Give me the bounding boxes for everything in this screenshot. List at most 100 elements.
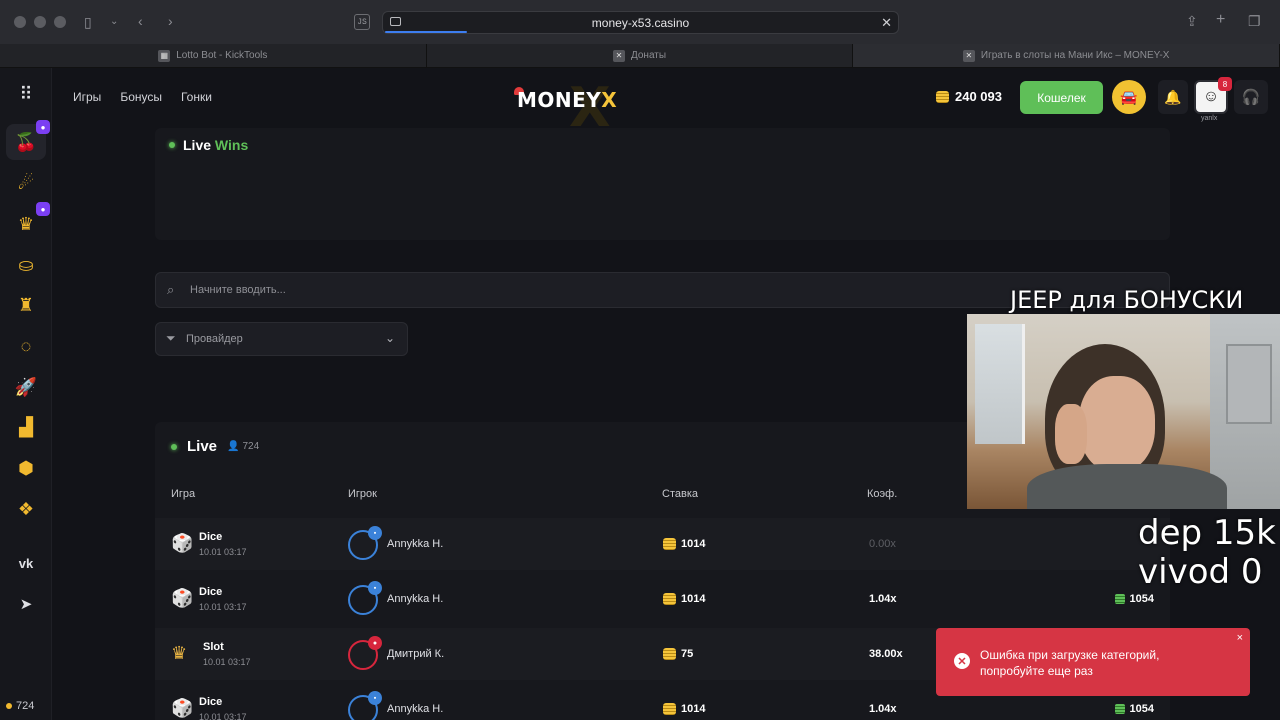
- dice-icon: 🎲: [171, 588, 194, 608]
- live-wins-title-live: Live: [183, 137, 212, 153]
- car-icon[interactable]: 🚘: [1112, 80, 1146, 114]
- sidebar: ⠿ 🍒 ● ☄ ♛ ● ⛀ ♜ ◌ 🚀 ▟ ⬢ ❖ vk ➤ 724: [0, 68, 52, 720]
- sidebar-item-cases[interactable]: ⬢: [6, 450, 46, 486]
- cam-face: [1079, 376, 1155, 472]
- game-date: 10.01 03:17: [199, 602, 247, 612]
- menu-grid-icon[interactable]: ⠿: [6, 76, 46, 112]
- js-icon[interactable]: JS: [354, 14, 370, 30]
- rocket-icon: 🚀: [14, 376, 38, 397]
- sidebar-item-crash[interactable]: 🚀: [6, 369, 46, 405]
- x-favicon-icon: ✕: [962, 49, 975, 62]
- close-toast-icon[interactable]: ×: [1237, 632, 1243, 644]
- cam-shirt: [1027, 464, 1227, 509]
- table-row[interactable]: 🎲 Dice 10.01 03:17 ▪ Annykka H. 1014 0.0…: [155, 518, 1170, 570]
- game-name: Dice: [199, 531, 223, 543]
- sidebar-item-fireball[interactable]: ☄: [6, 165, 46, 201]
- chevron-down-icon[interactable]: ⌄: [110, 15, 118, 29]
- live-wins-title: Live Wins: [169, 137, 248, 153]
- forward-icon[interactable]: ›: [168, 14, 173, 28]
- bet-value: 1014: [681, 593, 706, 605]
- balance[interactable]: 240 093: [936, 89, 1002, 104]
- bet-amount: 1014: [663, 593, 705, 605]
- cam-hand: [1055, 404, 1087, 464]
- search-input[interactable]: [190, 273, 1150, 307]
- maximize-window-button[interactable]: [54, 16, 66, 28]
- game-date: 10.01 03:17: [199, 712, 247, 720]
- headset-icon[interactable]: 🎧: [1234, 80, 1268, 114]
- coef-value: 1.04x: [869, 593, 897, 605]
- tab-overview-icon[interactable]: ❐: [1248, 14, 1261, 28]
- sidebar-item-tower[interactable]: ♜: [6, 287, 46, 323]
- telegram-icon: ➤: [19, 596, 33, 613]
- level-badge-icon: ●: [368, 636, 382, 650]
- loading-progress: [385, 31, 467, 33]
- tab-kicktools[interactable]: ▦ Lotto Bot - KickTools: [0, 44, 427, 67]
- nav-games[interactable]: Игры: [73, 90, 101, 104]
- error-icon: ✕: [954, 653, 970, 669]
- col-game: Игра: [171, 488, 196, 500]
- live-dot-icon: [171, 443, 177, 450]
- share-icon[interactable]: ⇪: [1186, 14, 1198, 28]
- sidebar-toggle-icon[interactable]: ▯: [84, 15, 92, 29]
- logo-word: MONEY: [517, 88, 602, 112]
- chart-up-icon: ▟: [19, 416, 33, 437]
- game-name: Dice: [199, 696, 223, 708]
- bet-value: 1014: [681, 703, 706, 715]
- sidebar-item-vk[interactable]: vk: [6, 545, 46, 581]
- live-viewers: 👤 724: [227, 441, 259, 452]
- sidebar-item-trading[interactable]: ▟: [6, 409, 46, 445]
- vk-icon: vk: [18, 555, 34, 571]
- tab-donations[interactable]: ✕ Донаты: [427, 44, 854, 67]
- game-name: Slot: [203, 641, 224, 653]
- sidebar-item-mines[interactable]: ❖: [6, 491, 46, 527]
- cam-window: [975, 324, 1025, 444]
- new-tab-icon[interactable]: +: [1216, 12, 1225, 28]
- live-bets-header: Live 👤 724: [171, 438, 259, 455]
- error-message: Ошибка при загрузке категорий, попробуйт…: [980, 648, 1160, 678]
- cherry-icon: 🍒: [14, 131, 38, 152]
- stream-overlay-vivod: vivod 0: [1138, 552, 1263, 592]
- address-bar[interactable]: money-x53.casino ✕: [382, 11, 899, 34]
- wallet-button[interactable]: Кошелек: [1020, 81, 1103, 114]
- tower-icon: ♜: [17, 294, 35, 315]
- sidebar-item-crown[interactable]: ♛ ●: [6, 202, 50, 242]
- coef-value: 0.00x: [869, 538, 896, 550]
- table-row[interactable]: 🎲 Dice 10.01 03:17 ▪ Annykka H. 1014 1.0…: [155, 573, 1170, 625]
- minimize-window-button[interactable]: [34, 16, 46, 28]
- green-coin-icon: [1114, 594, 1125, 604]
- game-date: 10.01 03:17: [199, 547, 247, 557]
- nav-bonuses[interactable]: Бонусы: [120, 90, 162, 104]
- logo-text: MONEYX: [517, 88, 617, 112]
- logo-x: X: [601, 88, 618, 112]
- window-controls: [14, 16, 66, 28]
- bell-icon[interactable]: 🔔: [1158, 80, 1188, 114]
- balance-amount: 240 093: [955, 89, 1002, 104]
- url-text[interactable]: money-x53.casino: [383, 16, 898, 30]
- provider-label: Провайдер: [186, 333, 243, 345]
- tab-money-x[interactable]: ✕ Играть в слоты на Мани Икс – MONEY-X: [853, 44, 1280, 67]
- stop-loading-icon[interactable]: ✕: [881, 15, 892, 31]
- tab-strip: ▦ Lotto Bot - KickTools ✕ Донаты ✕ Играт…: [0, 44, 1280, 68]
- x-favicon-icon: ✕: [612, 49, 625, 62]
- player-avatar: ●: [348, 636, 382, 670]
- win-amount: 1054: [1114, 703, 1154, 715]
- filter-icon: ⏷: [166, 331, 176, 345]
- player-avatar: ▪: [348, 526, 382, 560]
- tab-label: Донаты: [630, 50, 667, 61]
- provider-select[interactable]: ⏷ Провайдер ⌄: [155, 322, 408, 356]
- back-icon[interactable]: ‹: [138, 14, 143, 28]
- player-avatar: ▪: [348, 581, 382, 615]
- sidebar-item-slots[interactable]: 🍒 ●: [6, 120, 50, 160]
- sidebar-item-wheel[interactable]: ◌: [6, 328, 46, 364]
- browser-toolbar: ▯ ⌄ ‹ › JS money-x53.casino ✕ ⇪ + ❐: [0, 0, 1280, 44]
- close-window-button[interactable]: [14, 16, 26, 28]
- nav-races[interactable]: Гонки: [181, 90, 212, 104]
- site-logo[interactable]: X MONEYX: [514, 76, 647, 139]
- site-header: Игры Бонусы Гонки X MONEYX 240 093 Кошел…: [52, 68, 1280, 139]
- sidebar-item-coins[interactable]: ⛀: [6, 247, 46, 283]
- live-bets-title: Live: [187, 438, 218, 455]
- coef-value: 1.04x: [869, 703, 897, 715]
- puzzle-icon: ❖: [17, 498, 35, 519]
- wheel-icon: ◌: [20, 335, 32, 356]
- sidebar-item-telegram[interactable]: ➤: [6, 586, 46, 622]
